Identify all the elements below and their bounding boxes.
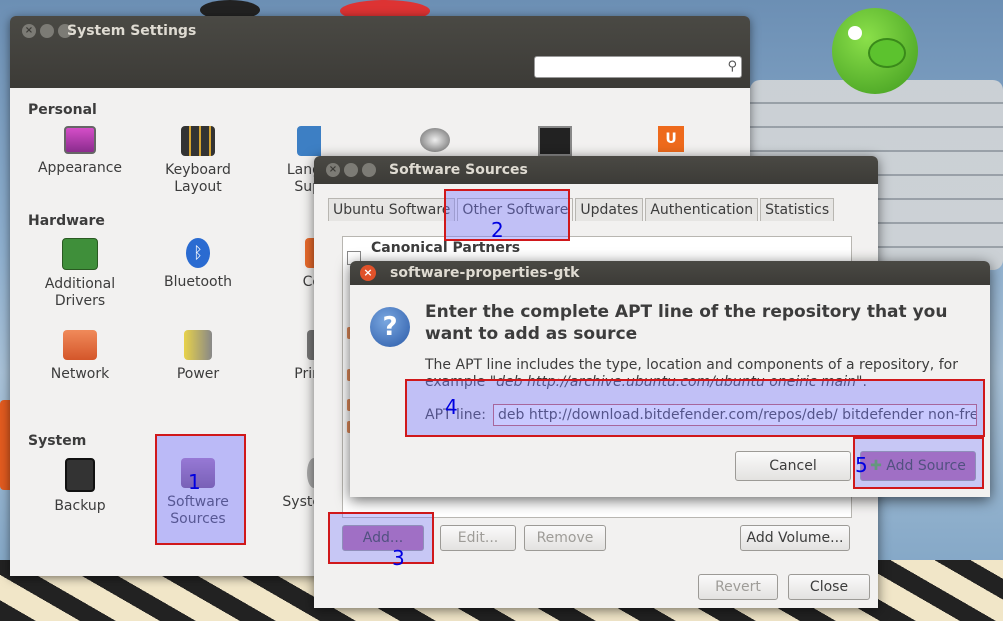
section-system: System — [28, 433, 87, 449]
highlight-box-2 — [444, 189, 570, 241]
search-icon: ⚲ — [727, 59, 737, 74]
question-icon: ? — [370, 307, 410, 347]
highlight-box-5 — [853, 437, 984, 489]
revert-button[interactable]: Revert — [698, 574, 778, 600]
dialog-title: software-properties-gtk — [390, 265, 580, 281]
item-language-support[interactable]: Lang Sup — [261, 126, 321, 196]
section-personal: Personal — [28, 102, 97, 118]
item-label: Drivers — [54, 293, 106, 309]
item-bluetooth[interactable]: ᛒ Bluetooth — [143, 238, 253, 291]
item-power[interactable]: Power — [143, 330, 253, 383]
pig-snout — [868, 38, 906, 68]
tab-statistics[interactable]: Statistics — [760, 198, 835, 221]
appearance-icon — [64, 126, 96, 154]
search-input[interactable]: ⚲ — [534, 56, 742, 78]
dialog-heading: Enter the complete APT line of the repos… — [425, 302, 948, 344]
item-label: Appearance — [37, 160, 123, 176]
tab-updates[interactable]: Updates — [575, 198, 644, 221]
tab-bar: Ubuntu Software Other Software Updates A… — [328, 198, 836, 221]
add-volume-button[interactable]: Add Volume... — [740, 525, 850, 551]
annotation-number-1: 1 — [188, 470, 201, 494]
annotation-number-4: 4 — [445, 395, 458, 419]
lock-icon[interactable] — [538, 126, 572, 156]
ubuntu-one-icon[interactable]: U — [658, 126, 684, 152]
highlight-box-3 — [328, 512, 434, 564]
online-accounts-icon[interactable] — [420, 128, 450, 152]
item-label: Power — [176, 366, 220, 382]
network-icon — [63, 330, 97, 360]
close-icon[interactable]: × — [22, 24, 36, 38]
annotation-number-3: 3 — [392, 546, 405, 570]
minimize-icon[interactable] — [344, 163, 358, 177]
description-line: The APT line includes the type, location… — [425, 357, 958, 373]
wallpaper-pig — [832, 8, 918, 94]
window-controls: × — [326, 163, 376, 177]
item-label: Keyboard — [165, 162, 231, 178]
item-label: Sup — [294, 179, 321, 195]
close-button[interactable]: Close — [788, 574, 870, 600]
tab-ubuntu-software[interactable]: Ubuntu Software — [328, 198, 456, 221]
titlebar: × software-properties-gtk — [350, 261, 990, 285]
item-label: Backup — [54, 498, 106, 514]
backup-icon — [65, 458, 95, 492]
maximize-icon[interactable] — [362, 163, 376, 177]
titlebar: × Software Sources — [314, 156, 878, 184]
annotation-number-5: 5 — [855, 453, 868, 477]
item-backup[interactable]: Backup — [25, 458, 135, 515]
language-icon — [297, 126, 321, 156]
item-label: Co — [302, 274, 321, 290]
cancel-button[interactable]: Cancel — [735, 451, 851, 481]
minimize-icon[interactable] — [40, 24, 54, 38]
item-label: Syste — [282, 494, 321, 510]
tab-authentication[interactable]: Authentication — [645, 198, 759, 221]
edit-button[interactable]: Edit... — [440, 525, 516, 551]
item-printing[interactable]: Prin — [261, 330, 321, 383]
item-appearance[interactable]: Appearance — [25, 126, 135, 177]
item-label: Lang — [286, 162, 321, 178]
item-additional-drivers[interactable]: Additional Drivers — [25, 238, 135, 310]
close-icon[interactable]: × — [360, 265, 376, 281]
section-hardware: Hardware — [28, 213, 105, 229]
item-label: Layout — [174, 179, 222, 195]
item-keyboard-layout[interactable]: Keyboard Layout — [143, 126, 253, 196]
item-system-info[interactable]: Syste — [261, 458, 321, 511]
close-icon[interactable]: × — [326, 163, 340, 177]
window-title: Software Sources — [389, 162, 528, 178]
keyboard-icon — [181, 126, 215, 156]
list-item-canonical-partners: Canonical Partners — [371, 240, 521, 256]
bluetooth-icon: ᛒ — [186, 238, 210, 268]
item-label: Bluetooth — [164, 274, 232, 290]
item-label: Network — [50, 366, 110, 382]
window-controls: × — [22, 24, 72, 38]
window-title: System Settings — [67, 23, 197, 39]
drivers-icon — [62, 238, 98, 270]
item-network[interactable]: Network — [25, 330, 135, 383]
pig-eye — [848, 26, 862, 40]
item-label: Prin — [294, 366, 321, 382]
annotation-number-2: 2 — [491, 218, 504, 242]
power-icon — [184, 330, 212, 360]
remove-button[interactable]: Remove — [524, 525, 606, 551]
titlebar: × System Settings ⚲ — [10, 16, 750, 88]
highlight-box-4 — [405, 379, 985, 437]
item-label: Additional — [44, 276, 116, 292]
item-color[interactable]: Co — [261, 238, 321, 291]
